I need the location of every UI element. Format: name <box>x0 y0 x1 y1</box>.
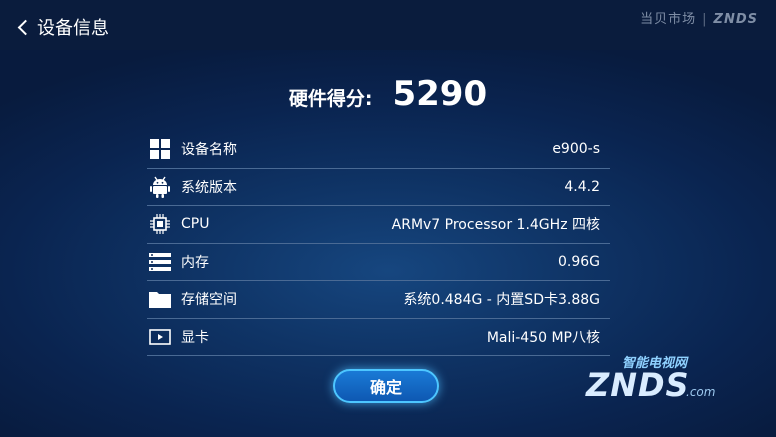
info-label: 设备名称 <box>181 142 237 159</box>
brand-name: 当贝市场 <box>640 12 697 27</box>
score-label: 硬件得分: <box>288 88 373 110</box>
info-label: CPU <box>181 216 210 233</box>
info-value: 系统0.484G - 内置SD卡3.88G <box>403 292 600 309</box>
confirm-button[interactable]: 确定 <box>333 369 439 403</box>
info-row-device-name: 设备名称 e900-s <box>147 131 610 169</box>
folder-icon <box>149 288 171 310</box>
video-play-icon <box>149 326 171 348</box>
android-icon <box>149 176 171 198</box>
hardware-score: 硬件得分: 5290 <box>0 74 776 114</box>
info-row-gpu: 显卡 Mali-450 MP八核 <box>147 319 610 356</box>
info-value: 0.96G <box>557 253 600 270</box>
watermark-logo: 智能电视网 ZNDS .com <box>566 352 734 408</box>
info-row-system-version: 系统版本 4.4.2 <box>147 169 610 206</box>
brand-logo: 当贝市场 | ZNDS <box>640 12 758 27</box>
top-bar: 设备信息 当贝市场 | ZNDS <box>0 0 776 50</box>
score-value: 5290 <box>392 74 488 114</box>
info-value: e900-s <box>552 141 600 158</box>
windows-tiles-icon <box>149 138 171 160</box>
device-info-list: 设备名称 e900-s 系统版本 4.4.2 CPU ARMv7 Process… <box>147 131 610 356</box>
page-title: 设备信息 <box>37 18 109 39</box>
info-value: Mali-450 MP八核 <box>486 329 600 346</box>
info-label: 存储空间 <box>181 292 237 309</box>
chevron-left-icon <box>17 19 34 35</box>
info-label: 显卡 <box>181 329 209 346</box>
info-value: 4.4.2 <box>564 178 600 195</box>
memory-stack-icon <box>149 251 171 273</box>
watermark-domain: .com <box>686 385 716 399</box>
info-row-memory: 内存 0.96G <box>147 244 610 281</box>
info-value: ARMv7 Processor 1.4GHz 四核 <box>391 217 600 234</box>
cpu-chip-icon <box>149 213 171 235</box>
brand-sub: ZNDS <box>713 12 758 27</box>
info-row-storage: 存储空间 系统0.484G - 内置SD卡3.88G <box>147 281 610 319</box>
back-button[interactable]: 设备信息 <box>17 14 109 40</box>
watermark-en: ZNDS <box>586 366 690 404</box>
info-label: 内存 <box>181 254 209 271</box>
info-row-cpu: CPU ARMv7 Processor 1.4GHz 四核 <box>147 206 610 244</box>
info-label: 系统版本 <box>181 179 237 196</box>
